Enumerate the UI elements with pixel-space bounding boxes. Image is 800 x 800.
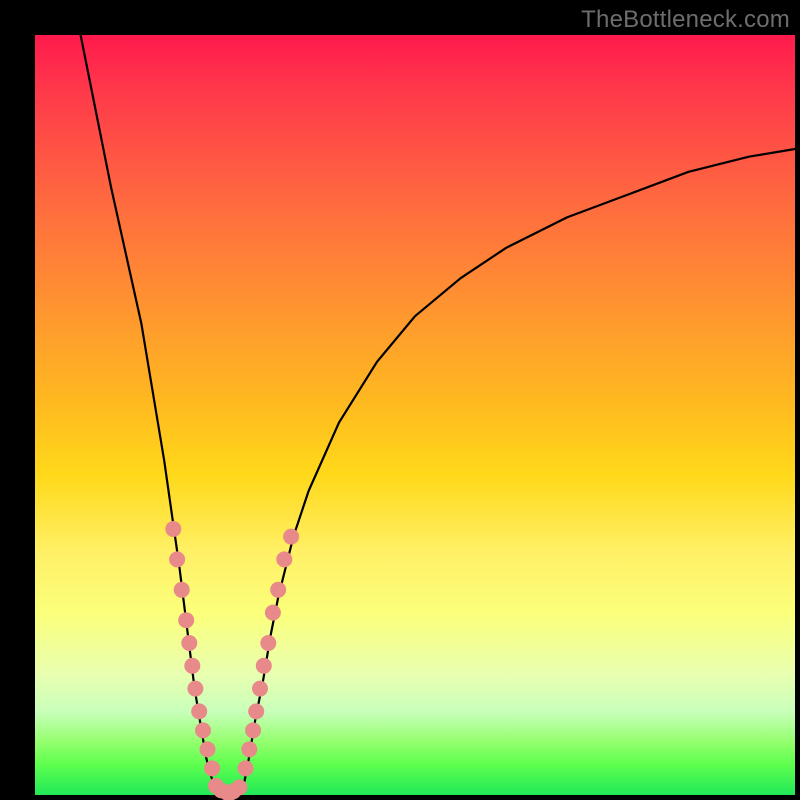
curve-svg xyxy=(35,35,795,795)
bead xyxy=(222,785,238,800)
bead xyxy=(241,741,257,757)
bead xyxy=(238,760,254,776)
attribution-text: TheBottleneck.com xyxy=(581,6,790,34)
bead xyxy=(187,681,203,697)
bead xyxy=(276,551,292,567)
bead xyxy=(184,658,200,674)
bead xyxy=(252,681,268,697)
bead xyxy=(165,521,181,537)
left-branch-beads xyxy=(165,521,220,776)
trough-beads xyxy=(208,778,248,800)
bottleneck-curve xyxy=(81,35,795,793)
bead xyxy=(178,612,194,628)
bead xyxy=(283,529,299,545)
bead xyxy=(248,703,264,719)
bead xyxy=(191,703,207,719)
bead xyxy=(200,741,216,757)
bead xyxy=(265,605,281,621)
bead xyxy=(169,551,185,567)
bead xyxy=(256,658,272,674)
plot-area xyxy=(35,35,795,795)
bead xyxy=(174,582,190,598)
bead xyxy=(195,722,211,738)
bead xyxy=(204,760,220,776)
bead xyxy=(260,635,276,651)
bead xyxy=(245,722,261,738)
bead xyxy=(181,635,197,651)
chart-frame: TheBottleneck.com xyxy=(0,0,800,800)
bead xyxy=(270,582,286,598)
